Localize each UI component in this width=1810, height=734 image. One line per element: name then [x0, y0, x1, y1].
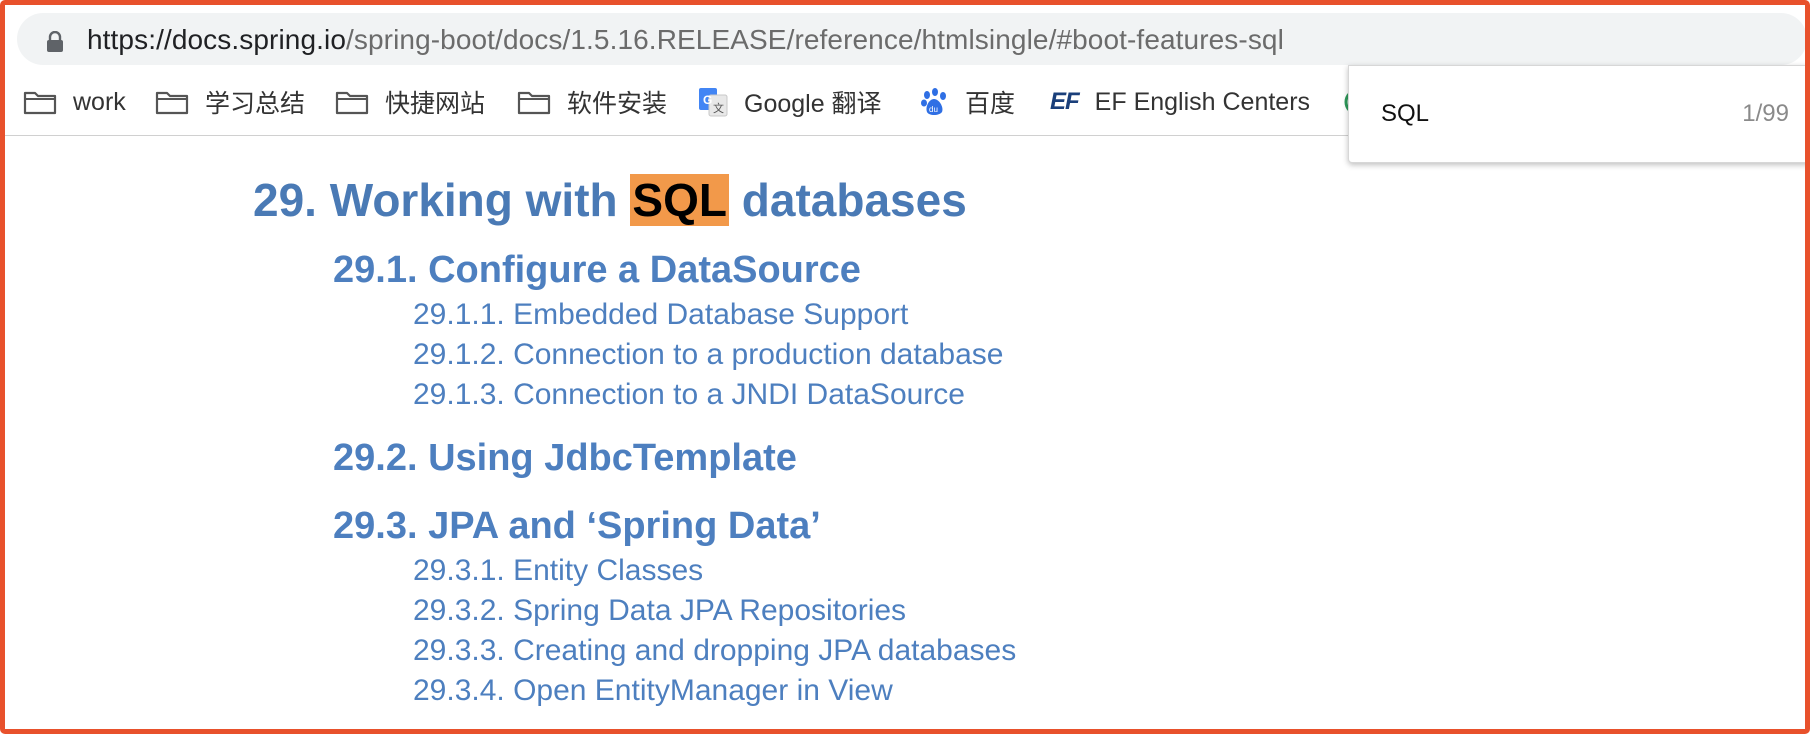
lock-icon: [47, 31, 63, 52]
toc-section-link[interactable]: 29.1. Configure a DataSource: [333, 248, 861, 292]
folder-icon: [335, 91, 369, 115]
google-translate-icon: G 文: [699, 88, 728, 117]
bookmark-baidu[interactable]: du 百度: [919, 85, 1015, 119]
bookmark-ef-english-centers[interactable]: EF EF English Centers: [1050, 85, 1310, 119]
url-path: /spring-boot/docs/1.5.16.RELEASE/referen…: [346, 24, 1284, 55]
toc-subsection-link[interactable]: 29.3.4. Open EntityManager in View: [413, 673, 893, 709]
folder-icon: [23, 91, 57, 115]
bookmark-study-notes[interactable]: 学习总结: [155, 85, 305, 119]
chapter-heading[interactable]: 29. Working with SQL databases: [253, 173, 967, 227]
heading-text: databases: [728, 174, 967, 226]
toc-subsection-link[interactable]: 29.3.2. Spring Data JPA Repositories: [413, 593, 906, 629]
svg-text:G: G: [703, 93, 712, 107]
toc-section-link[interactable]: 29.3. JPA and ‘Spring Data’: [333, 504, 821, 548]
find-bar: SQL 1/99: [1348, 65, 1805, 163]
bookmark-label: 软件安装: [567, 90, 668, 118]
ef-logo-icon: EF: [1050, 88, 1080, 115]
bookmark-label: 快捷网站: [385, 90, 486, 118]
baidu-paw-icon: du: [921, 88, 946, 115]
svg-text:文: 文: [713, 101, 724, 115]
find-match-highlight: SQL: [630, 174, 729, 226]
address-bar[interactable]: https://docs.spring.io/spring-boot/docs/…: [17, 13, 1805, 65]
bookmark-quick-sites[interactable]: 快捷网站: [335, 85, 485, 119]
toc-subsection-link[interactable]: 29.1.2. Connection to a production datab…: [413, 337, 1003, 373]
bookmark-work[interactable]: work: [23, 85, 126, 119]
url-text[interactable]: https://docs.spring.io/spring-boot/docs/…: [87, 25, 1284, 55]
heading-text: 29. Working with: [253, 174, 631, 226]
toc-subsection-link[interactable]: 29.3.3. Creating and dropping JPA databa…: [413, 633, 1016, 669]
bookmark-label: work: [73, 87, 126, 116]
toc-section-link[interactable]: 29.2. Using JdbcTemplate: [333, 436, 797, 480]
bookmark-label: 学习总结: [205, 90, 306, 118]
url-host: https://docs.spring.io: [87, 24, 346, 55]
bookmark-label: EF English Centers: [1094, 87, 1311, 116]
find-match-count: 1/99: [1742, 100, 1789, 127]
bookmark-google-translate[interactable]: G 文 Google 翻译: [698, 85, 882, 119]
bookmark-label: 百度: [965, 90, 1016, 118]
svg-text:du: du: [929, 105, 938, 114]
browser-window: https://docs.spring.io/spring-boot/docs/…: [0, 0, 1810, 734]
find-input[interactable]: SQL: [1381, 100, 1429, 128]
folder-icon: [517, 91, 551, 115]
toc-subsection-link[interactable]: 29.1.3. Connection to a JNDI DataSource: [413, 377, 965, 413]
bookmark-label: Google 翻译: [744, 90, 882, 118]
bookmark-software-install[interactable]: 软件安装: [517, 85, 667, 119]
toc-subsection-link[interactable]: 29.3.1. Entity Classes: [413, 553, 703, 589]
folder-icon: [155, 91, 189, 115]
toc-subsection-link[interactable]: 29.1.1. Embedded Database Support: [413, 297, 908, 333]
